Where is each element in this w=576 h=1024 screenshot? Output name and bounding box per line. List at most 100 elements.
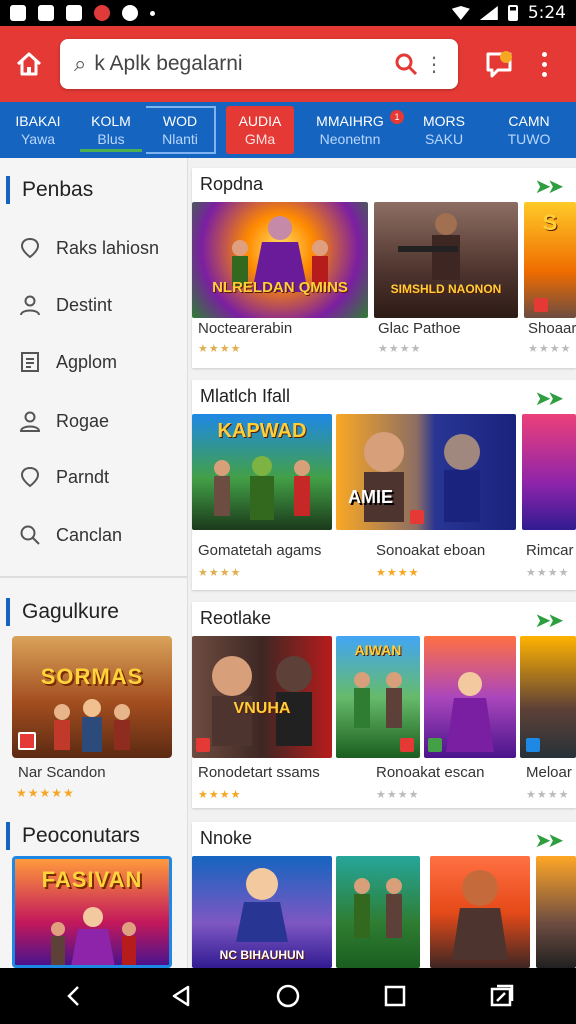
status-time: 5:24 [527, 3, 566, 23]
game-name: Glac Pathoe [378, 320, 461, 337]
chat-icon[interactable] [484, 48, 516, 80]
game-tile[interactable] [430, 856, 530, 968]
see-more-arrow-icon[interactable]: ➤➤ [534, 174, 563, 199]
tab-camn[interactable]: CAMN TUWO [482, 106, 576, 154]
see-more-arrow-icon[interactable]: ➤➤ [534, 608, 563, 633]
person-icon [20, 295, 40, 316]
rating-stars: ★★★★★ [16, 786, 75, 800]
sidebar-item-6[interactable]: Canclan [18, 515, 186, 555]
screenshot-icon[interactable] [489, 983, 515, 1009]
game-tile[interactable]: AMIE [336, 414, 516, 530]
game-art-image [354, 672, 402, 728]
rating-stars: ★★★★ [198, 343, 242, 355]
tab-audia[interactable]: AUDIA GMa [226, 106, 294, 154]
game-tile[interactable]: NLRELDAN QMINS [192, 202, 368, 318]
app-badge-icon [18, 732, 36, 750]
game-art-image [54, 699, 130, 752]
app-badge-icon [400, 738, 414, 752]
game-tile[interactable] [424, 636, 516, 758]
person-outline-icon [19, 411, 41, 432]
system-nav-bar [0, 968, 576, 1024]
sidebar: Penbas Raks lahiosn Destint Agplom Rogae… [0, 158, 188, 968]
game-card-name: Nar Scandon [18, 764, 106, 781]
home-icon[interactable] [14, 49, 44, 79]
app-badge-icon [526, 738, 540, 752]
game-art-image [212, 656, 312, 746]
game-art-image [446, 672, 494, 752]
battery-icon [507, 5, 518, 21]
game-art-image [214, 456, 310, 520]
app-badge-icon [428, 738, 442, 752]
game-tile[interactable]: VNUHA [192, 636, 332, 758]
tab-wod[interactable]: WOD Nlanti [146, 106, 216, 154]
overflow-menu-icon[interactable] [540, 51, 548, 77]
tab-mmaihrg[interactable]: MMAIHRG Neonetnn 1 [294, 106, 406, 154]
tab-ibakai[interactable]: IBAKAI Yawa [0, 106, 76, 154]
more-notifications-icon [150, 10, 155, 16]
search-options-icon[interactable]: ⋮ [424, 52, 444, 77]
game-tile[interactable]: S [524, 202, 576, 318]
game-tile[interactable] [536, 856, 576, 968]
game-card-featured-2[interactable]: FASIVAN [12, 856, 172, 968]
game-tile[interactable] [520, 636, 576, 758]
sidebar-divider [0, 576, 188, 578]
game-tile[interactable]: SIMSHLD NAONON [374, 202, 518, 318]
section-title: Mlatlch Ifall [200, 386, 291, 406]
game-art-image [354, 878, 402, 938]
tab-mors[interactable]: MORS SAKU [406, 106, 482, 154]
sidebar-title: Penbas [6, 176, 93, 204]
game-art-image [398, 213, 460, 280]
home-circle-icon[interactable] [275, 983, 301, 1009]
media-icon [38, 5, 54, 21]
app-badge-icon [196, 738, 210, 752]
status-bar: 5:24 [0, 0, 576, 26]
game-art-image [452, 870, 508, 960]
message-icon [122, 5, 138, 21]
section-title: Reotlake [200, 608, 272, 628]
game-tile[interactable]: NC BIHAUHUN [192, 856, 332, 968]
list-document-icon [21, 352, 39, 372]
search-icon: ⌕ [74, 51, 87, 76]
game-name: Ronodetart ssams [198, 764, 320, 781]
rating-stars: ★★★★ [526, 789, 570, 801]
location-pin-icon [20, 466, 40, 488]
game-name: Meloar [526, 764, 572, 781]
back-chevron-icon[interactable] [61, 983, 87, 1009]
see-more-arrow-icon[interactable]: ➤➤ [534, 828, 563, 853]
rating-stars: ★★★★ [526, 567, 570, 579]
tab-kolm[interactable]: KOLM Blus [76, 106, 146, 154]
game-section-1: Ropdna ➤➤ NLRELDAN QMINS SIMSHLD NAONON … [192, 168, 576, 368]
game-section-2: Mlatlch Ifall ➤➤ KAPWAD AMIE Gomatetah a… [192, 380, 576, 590]
back-triangle-icon[interactable] [168, 983, 194, 1009]
signal-icon [479, 6, 498, 20]
recents-square-icon[interactable] [382, 983, 408, 1009]
see-more-arrow-icon[interactable]: ➤➤ [534, 386, 563, 411]
magnifier-icon[interactable] [394, 52, 418, 76]
game-tile[interactable] [336, 856, 420, 968]
game-art-image [236, 868, 288, 942]
section-title: Nnoke [200, 828, 253, 848]
wifi-icon [451, 6, 470, 20]
rating-stars: ★★★★ [198, 789, 242, 801]
sim-icon [66, 5, 82, 21]
sidebar-item-2[interactable]: Destint [18, 285, 186, 325]
game-tile[interactable]: KAPWAD [192, 414, 332, 530]
game-name: Sonoakat eboan [376, 542, 486, 559]
rating-stars: ★★★★ [376, 789, 420, 801]
notification-icon [10, 5, 26, 21]
app-notification-icon [94, 5, 110, 21]
rating-stars: ★★★★ [528, 343, 572, 355]
sidebar-item-3[interactable]: Agplom [18, 342, 186, 382]
sidebar-section-title-2: Peoconutars [6, 822, 140, 850]
game-section-4: Nnoke ➤➤ NC BIHAUHUN [192, 822, 576, 968]
game-tile[interactable] [522, 414, 576, 530]
search-input[interactable] [94, 52, 394, 76]
sidebar-item-4[interactable]: Rogae [18, 401, 186, 441]
notification-badge: 1 [390, 110, 404, 124]
sidebar-item-1[interactable]: Raks lahiosn [18, 228, 186, 268]
game-card-featured[interactable]: SORMAS [12, 636, 172, 758]
search-bar[interactable]: ⌕ ⋮ [60, 39, 458, 89]
game-name: Ronoakat escan [376, 764, 485, 781]
sidebar-item-5[interactable]: Parndt [18, 457, 186, 497]
game-tile[interactable]: AIWAN [336, 636, 420, 758]
